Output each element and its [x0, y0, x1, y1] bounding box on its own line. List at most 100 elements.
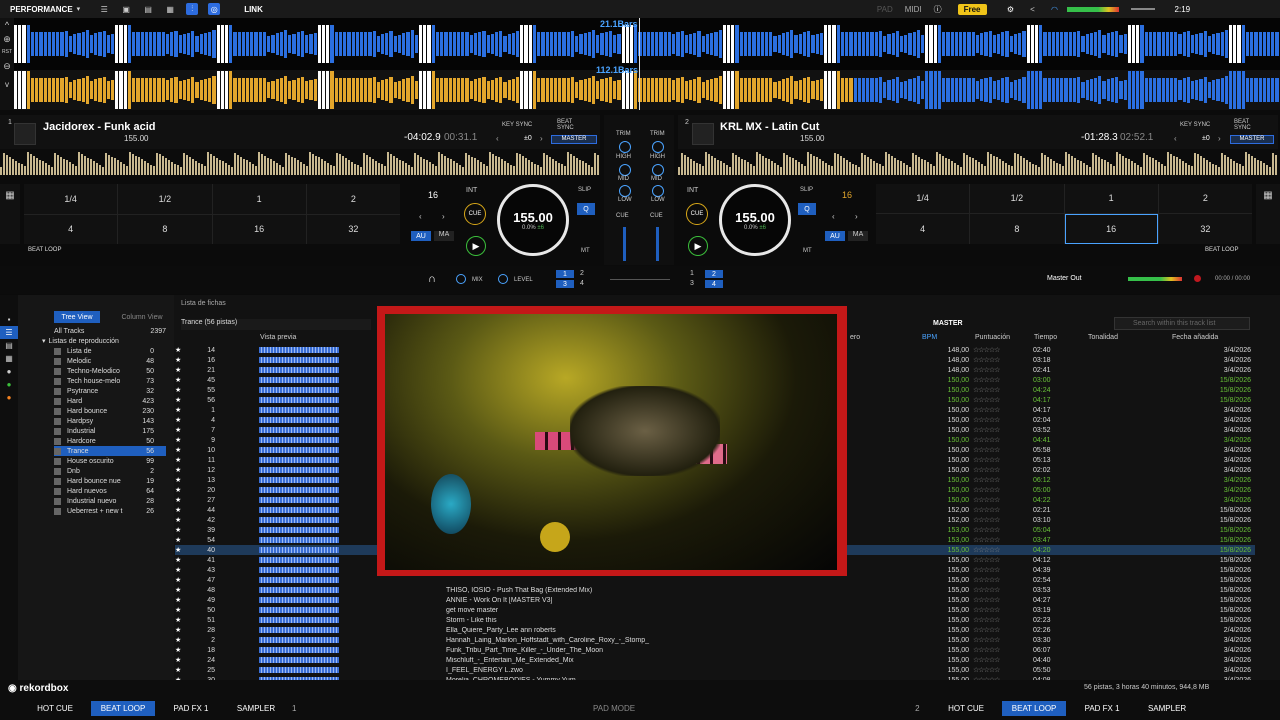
spotify-icon[interactable]: ● [0, 378, 18, 391]
beat-loop-pad-2[interactable]: 1/2 [970, 184, 1064, 213]
table-row[interactable]: ★ 50 get move master 155,00 ☆☆☆☆☆ 03:19 15/8/2… [175, 605, 1255, 615]
master-out-selector[interactable]: Master Out [1047, 275, 1082, 282]
playlist-item[interactable]: Tech house-melo 73 [54, 376, 166, 386]
playlist-item[interactable]: Industrial nuevo 28 [54, 496, 166, 506]
table-row[interactable]: ★ 48 THISO, IOSIO - Push That Bag (Extende… [175, 585, 1255, 595]
link-button[interactable]: LINK [244, 5, 263, 14]
deck1-auto-button[interactable]: AU [411, 231, 431, 241]
cue-label-2[interactable]: CUE [650, 213, 663, 219]
chevron-left-icon[interactable]: ‹ [832, 212, 835, 221]
playlist-item[interactable]: Hard bounce 230 [54, 406, 166, 416]
level-knob[interactable] [498, 274, 508, 284]
beat-loop-pad-3[interactable]: 1 [1064, 184, 1158, 213]
deck1-master-button[interactable]: MASTER [551, 135, 597, 144]
chevron-left-icon[interactable]: ‹ [1174, 134, 1177, 143]
mid-knob-1[interactable] [619, 185, 631, 197]
deck1-hot-cue-tab[interactable]: HOT CUE [26, 701, 84, 716]
playlist-item[interactable]: Ueberrest + new t 26 [54, 506, 166, 516]
tree-view-tab[interactable]: Tree View [54, 311, 100, 323]
fx-assign-1b[interactable]: 1 [690, 270, 694, 277]
collection-icon[interactable]: ▪ [0, 313, 18, 326]
master-deck-selector[interactable]: MASTER [933, 320, 963, 327]
deck1-beat-sync-button[interactable]: BEAT SYNC [557, 119, 577, 131]
deck2-manual-button[interactable]: MA [848, 231, 868, 241]
chevron-left-icon[interactable]: ‹ [419, 212, 422, 221]
chevron-up-icon[interactable]: ^ [0, 20, 14, 30]
beat-loop-pad-4[interactable]: 2 [1158, 184, 1252, 213]
beat-loop-pad-2[interactable]: 1/2 [118, 184, 212, 214]
record-button[interactable] [1194, 275, 1201, 282]
deck1-manual-button[interactable]: MA [434, 231, 454, 241]
beat-loop-pad-6[interactable]: 8 [118, 214, 212, 244]
high-knob-1[interactable] [619, 164, 631, 176]
col-date-added[interactable]: Fecha añadida [1172, 334, 1218, 341]
col-time[interactable]: Tiempo [1034, 334, 1057, 341]
deck1-slip-button[interactable]: SLIP [578, 187, 591, 193]
headphone-icon[interactable]: ◠ [1049, 3, 1061, 15]
video-preview-window[interactable] [377, 306, 847, 576]
table-row[interactable]: ★ 24 Mischluft_-_Entertain_Me_Extended_Mix… [175, 655, 1255, 665]
mode-selector[interactable]: PERFORMANCE [10, 5, 73, 14]
streaming-icon[interactable]: ● [0, 365, 18, 378]
playlist-item[interactable]: Melodic 48 [54, 356, 166, 366]
table-row[interactable]: ★ 28 Ella_Quiere_Party_Lee ann roberts 155,… [175, 625, 1255, 635]
playlist-item[interactable]: Hard bounce nue 19 [54, 476, 166, 486]
chevron-left-icon[interactable]: ‹ [496, 134, 499, 143]
deck1-play-button[interactable]: ▶ [466, 236, 486, 256]
deck2-auto-button[interactable]: AU [825, 231, 845, 241]
midi-button[interactable]: MIDI [905, 5, 922, 14]
deck2-play-button[interactable]: ▶ [688, 236, 708, 256]
chevron-down-icon[interactable]: v [0, 80, 14, 89]
mix-knob[interactable] [456, 274, 466, 284]
deck2-int-selector[interactable]: INT [687, 187, 698, 194]
deck2-quantize-button[interactable]: Q [798, 203, 816, 215]
deck2-pad-fx-tab[interactable]: PAD FX 1 [1073, 701, 1131, 716]
playlist-item[interactable]: Trance 56 [54, 446, 166, 456]
fx-assign-4[interactable]: 4 [580, 280, 584, 287]
deck1-cue-button[interactable]: CUE [464, 203, 486, 225]
playlist-item[interactable]: House oscurito 99 [54, 456, 166, 466]
deck1-sampler-tab[interactable]: SAMPLER [227, 701, 285, 716]
high-knob-2[interactable] [652, 164, 664, 176]
playlist-item[interactable]: Hard 423 [54, 396, 166, 406]
beat-loop-pad-7[interactable]: 16 [212, 214, 306, 244]
deck1-pad-fx-tab[interactable]: PAD FX 1 [162, 701, 220, 716]
grid-icon[interactable]: ▦ [0, 190, 20, 201]
playlist-item[interactable]: Techno-Melodico 50 [54, 366, 166, 376]
chevron-right-icon[interactable]: › [855, 212, 858, 221]
layout-icon[interactable]: ▣ [120, 3, 132, 15]
playlist-item[interactable]: Psytrance 32 [54, 386, 166, 396]
deck1-overview-waveform[interactable] [0, 149, 600, 175]
table-row[interactable]: ★ 18 Funk_Tribu_Part_Time_Killer_-_Under_T… [175, 645, 1255, 655]
grid-icon[interactable]: ▦ [1256, 190, 1280, 201]
table-row[interactable]: ★ 47 155,00 ☆☆☆☆☆ 02:54 15/8/2026 [175, 575, 1255, 585]
deck2-sampler-tab[interactable]: SAMPLER [1138, 701, 1196, 716]
playlist-item[interactable]: Hard nuevos 64 [54, 486, 166, 496]
deck2-jog-wheel[interactable]: 155.00 0.0% ±6 [719, 184, 791, 256]
playlists-folder[interactable]: ▾ Listas de reproducción [42, 336, 119, 346]
beat-loop-pad-7[interactable]: 16 [1064, 213, 1158, 244]
trim-knob-1[interactable] [619, 141, 631, 153]
deck1-jog-wheel[interactable]: 155.00 0.0% ±6 [497, 184, 569, 256]
mixer-icon[interactable]: ⫶ [186, 3, 199, 15]
column-view-tab[interactable]: Column View [116, 311, 168, 323]
channel-fader-1[interactable] [623, 227, 626, 261]
beat-loop-pad-8[interactable]: 32 [306, 214, 400, 244]
chevron-right-icon[interactable]: › [442, 212, 445, 221]
deck1-master-tempo-button[interactable]: MT [581, 248, 590, 254]
search-input[interactable]: Search within this track list [1114, 317, 1250, 330]
col-bpm[interactable]: BPM [922, 334, 937, 341]
recorder-icon[interactable]: ▤ [142, 3, 154, 15]
fx-assign-3b[interactable]: 3 [690, 280, 694, 287]
fx-assign-2b[interactable]: 2 [705, 270, 723, 278]
deck2-slip-button[interactable]: SLIP [800, 187, 813, 193]
beat-loop-pad-6[interactable]: 8 [970, 213, 1064, 244]
beat-loop-pad-5[interactable]: 4 [876, 213, 970, 244]
cue-label-1[interactable]: CUE [616, 213, 629, 219]
volume-slider[interactable] [1130, 8, 1155, 10]
table-row[interactable]: ★ 25 I_FEEL_ENERGY L.zwo 155,00 ☆☆☆☆☆ 05:50 3/… [175, 665, 1255, 675]
crossfader[interactable] [610, 279, 670, 280]
deck2-beat-loop-tab[interactable]: BEAT LOOP [1002, 701, 1067, 716]
share-icon[interactable]: < [1027, 3, 1039, 15]
playlist-item[interactable]: Hardcore 50 [54, 436, 166, 446]
